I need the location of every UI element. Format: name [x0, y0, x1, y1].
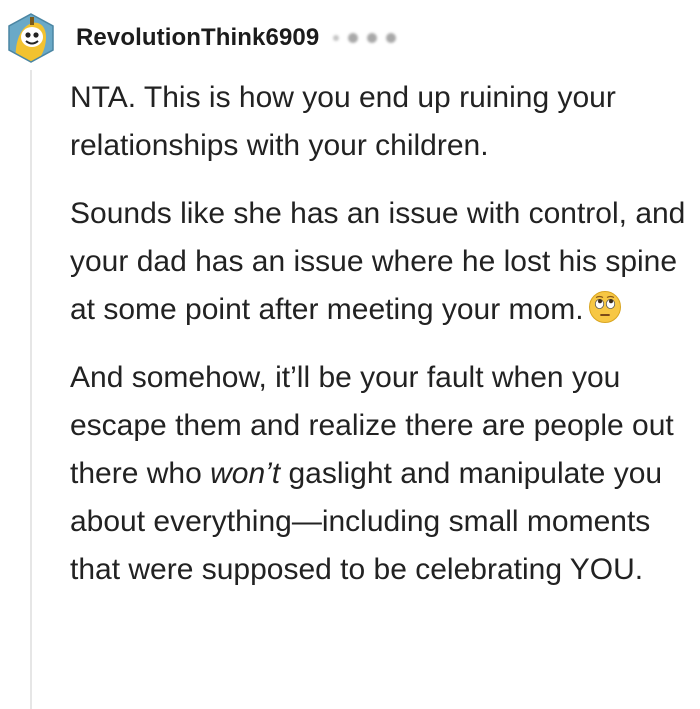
award-icon [386, 33, 397, 43]
award-badges [333, 33, 397, 43]
comment-header: RevolutionThink6909 [6, 6, 397, 70]
thread-line [30, 70, 32, 709]
comment-paragraph: And somehow, it’ll be your fault when yo… [70, 361, 674, 586]
avatar[interactable] [6, 13, 56, 63]
comment-body: NTA. This is how you end up ruining your… [70, 74, 700, 614]
award-icon [333, 35, 340, 41]
username[interactable]: RevolutionThink6909 [76, 24, 319, 52]
comment-paragraph: Sounds like she has an issue with contro… [70, 197, 686, 326]
award-icon [367, 33, 378, 43]
award-icon [348, 33, 359, 43]
face-with-rolling-eyes-icon [588, 291, 621, 323]
comment-paragraph: NTA. This is how you end up ruining your… [70, 81, 616, 162]
